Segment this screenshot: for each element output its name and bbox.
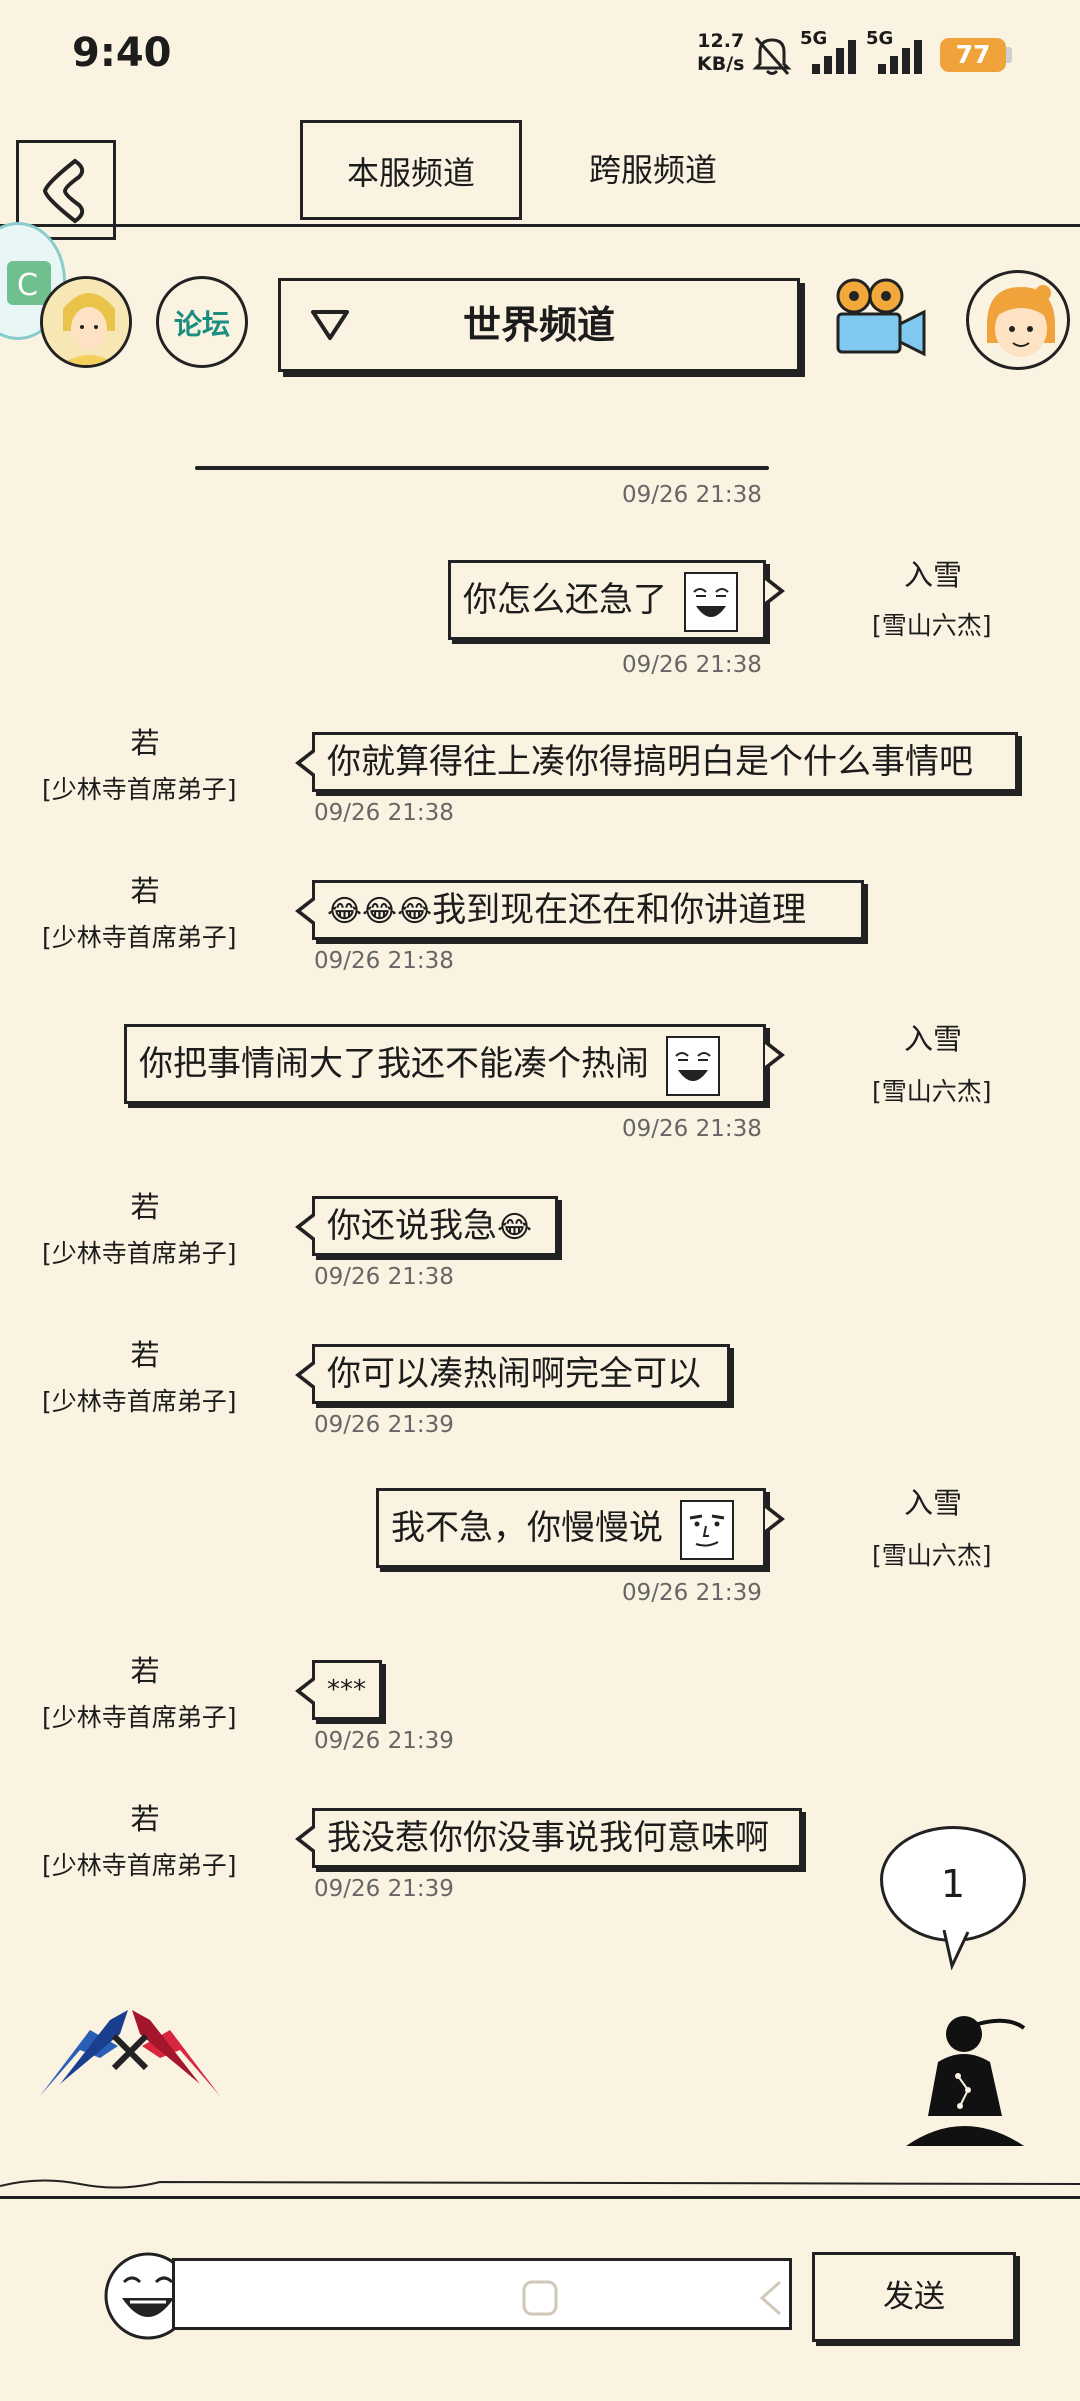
message-time: 09/26 21:38 [622,1116,762,1142]
mute-bell-icon [752,37,792,75]
sender-title: [少林寺首席弟子] [42,1387,237,1416]
unread-count-bubble[interactable]: 1 [880,1826,1026,1942]
message-time: 09/26 21:39 [314,1728,454,1754]
smug-face-icon [679,1499,734,1560]
send-button[interactable]: 发送 [812,2252,1016,2342]
sender-title: [少林寺首席弟子] [42,1851,237,1880]
message-time: 09/26 21:38 [314,948,454,974]
sender-name: 若 [130,1802,160,1836]
sender-title: [少林寺首席弟子] [42,1703,237,1732]
message-bubble: 我没惹你你没事说我何意味啊 [295,1808,802,1868]
tab-local-server[interactable]: 本服频道 [300,120,522,220]
tab-cross-server[interactable]: 跨服频道 [540,120,766,220]
message-bubble: 你还说我急😂 [295,1196,558,1256]
message-bubble: *** [295,1660,382,1720]
channel-label: 世界频道 [462,303,615,347]
message-bubble: 我不急，你慢慢说 [376,1488,785,1568]
message-time: 09/26 21:39 [622,1580,762,1606]
message-time: 09/26 21:38 [622,482,762,508]
message-text: *** [327,1675,366,1705]
home-nav-icon[interactable] [518,2276,562,2320]
previous-message-edge [195,466,769,470]
video-camera-icon[interactable] [824,272,932,368]
sender-title: [雪山六杰] [872,1077,992,1106]
back-arrow-icon [42,158,85,224]
net-speed: 12.7 KB/s [697,30,744,76]
message-text: 我没惹你你没事说我何意味啊 [327,1818,769,1858]
message-time: 09/26 21:38 [622,652,762,678]
smirk-face-icon [665,1035,720,1096]
message-text: 你把事情闹大了我还不能凑个热闹 [139,1044,649,1084]
warrior-portrait-icon [43,279,129,365]
sender-name: 若 [130,1190,160,1224]
bubble-tail-icon [942,1930,970,1970]
laughing-emoji: 😂 [497,1210,533,1245]
sender-name: 若 [130,1654,160,1688]
pvp-crossed-fighters-icon[interactable] [30,2000,230,2104]
message-input[interactable] [172,2258,792,2330]
signal-bars-icon [812,40,856,74]
message-time: 09/26 21:38 [314,1264,454,1290]
signal-bars-icon [878,40,922,74]
message-time: 09/26 21:39 [314,1876,454,1902]
status-bar: 9:40 12.7 KB/s 5G 5G 77 [0,0,1080,110]
message-bubble: 你就算得往上凑你得搞明白是个什么事情吧 [295,732,1018,792]
sender-title: [雪山六杰] [872,611,992,640]
sender-name: 若 [130,726,160,760]
message-text: 你怎么还急了 [463,580,667,620]
sender-title: [少林寺首席弟子] [42,1239,237,1268]
back-nav-icon[interactable] [750,2276,790,2320]
support-girl-icon [987,285,1055,357]
net-speed-unit: KB/s [697,53,745,75]
channel-selector[interactable]: 世界频道 [278,278,800,372]
sender-name: 入雪 [903,1486,962,1520]
sender-name: 入雪 [903,1022,962,1056]
message-time: 09/26 21:38 [314,800,454,826]
message-text: 我不急，你慢慢说 [391,1508,663,1548]
message-text: 你就算得往上凑你得搞明白是个什么事情吧 [327,742,973,782]
message-text: 你可以凑热闹啊完全可以 [327,1354,701,1394]
sender-title: [少林寺首席弟子] [42,923,237,952]
meditating-master-icon[interactable] [898,2006,1032,2152]
message-bubble: 你把事情闹大了我还不能凑个热闹 [124,1024,785,1104]
status-time: 9:40 [72,30,172,76]
laughing-emoji: 😂😂😂 [327,894,433,929]
message-text: 我到现在还在和你讲道理 [432,890,807,930]
header-divider [0,224,1080,227]
message-bubble: 😂😂😂我到现在还在和你讲道理 [295,880,864,940]
ink-wave-decoration [0,2179,1080,2189]
sender-name: 若 [130,874,160,908]
sender-name: 入雪 [903,558,962,592]
sender-title: [雪山六杰] [872,1541,992,1570]
customer-service-avatar[interactable] [966,270,1070,370]
message-time: 09/26 21:39 [314,1412,454,1438]
sender-name: 若 [130,1338,160,1372]
message-bubble: 你怎么还急了 [448,560,785,640]
battery-level: 77 [940,38,1006,72]
input-divider [0,2196,1080,2199]
smirk-face-icon [683,571,738,632]
svg-text:C: C [17,268,38,303]
sender-title: [少林寺首席弟子] [42,775,237,804]
message-text: 你还说我急 [327,1206,497,1246]
battery-tip [1006,47,1012,63]
net-speed-value: 12.7 [697,30,745,52]
player-avatar[interactable] [40,276,132,368]
forum-label: 论坛 [173,308,230,341]
message-bubble: 你可以凑热闹啊完全可以 [295,1344,730,1404]
forum-button[interactable]: 论坛 [156,276,248,368]
